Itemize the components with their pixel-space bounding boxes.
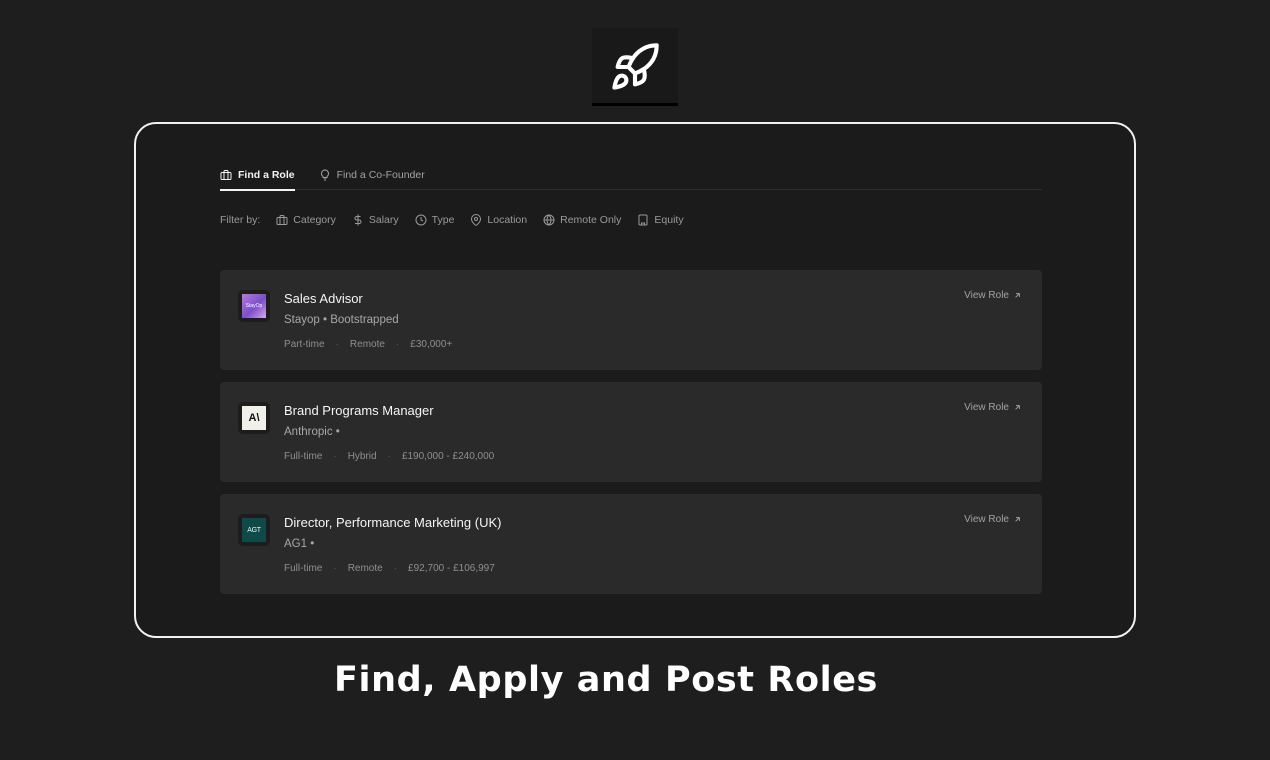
tab-bar: Find a Role Find a Co-Founder bbox=[220, 160, 1042, 191]
briefcase-icon bbox=[276, 215, 288, 225]
job-location: Remote bbox=[347, 563, 383, 574]
filter-type-label: Type bbox=[431, 214, 455, 226]
map-pin-icon bbox=[471, 214, 482, 226]
job-meta: Full-time · Remote · £92,700 - £106,997 bbox=[284, 563, 495, 574]
rocket-icon bbox=[612, 43, 659, 90]
company-logo: A\ bbox=[238, 402, 270, 434]
tab-label: Find a Co-Founder bbox=[336, 169, 425, 181]
job-title: Director, Performance Marketing (UK) bbox=[284, 515, 502, 530]
anthropic-logo: A\ bbox=[242, 406, 266, 430]
filter-location-label: Location bbox=[487, 214, 528, 226]
filter-category[interactable]: Category bbox=[276, 214, 336, 226]
job-location: Hybrid bbox=[347, 451, 377, 462]
ag1-logo: AGT bbox=[242, 518, 266, 542]
job-card-sales-advisor[interactable]: StayOp Sales Advisor Stayop • Bootstrapp… bbox=[220, 270, 1042, 370]
job-type: Part-time bbox=[284, 339, 325, 350]
meta-separator: · bbox=[335, 339, 339, 350]
meta-separator: · bbox=[333, 451, 337, 462]
filter-equity-label: Equity bbox=[654, 214, 684, 226]
job-type: Full-time bbox=[284, 563, 323, 574]
filter-label: Filter by: bbox=[220, 214, 261, 226]
job-salary: £190,000 - £240,000 bbox=[401, 451, 495, 462]
job-card-brand-programs-manager[interactable]: A\ Brand Programs Manager Anthropic • Fu… bbox=[220, 382, 1042, 482]
job-list: StayOp Sales Advisor Stayop • Bootstrapp… bbox=[220, 270, 1042, 606]
lightbulb-icon bbox=[320, 169, 329, 181]
globe-icon bbox=[543, 214, 555, 226]
filter-category-label: Category bbox=[293, 214, 336, 226]
meta-separator: · bbox=[333, 563, 337, 574]
page-caption: Find, Apply and Post Roles bbox=[334, 660, 878, 700]
job-type: Full-time bbox=[284, 451, 323, 462]
filter-equity[interactable]: Equity bbox=[637, 214, 684, 226]
logo-underline bbox=[592, 103, 678, 106]
meta-separator: · bbox=[395, 339, 400, 350]
stayop-logo: StayOp bbox=[242, 294, 266, 318]
tab-label: Find a Role bbox=[238, 169, 295, 181]
filter-remote-only[interactable]: Remote Only bbox=[543, 214, 621, 226]
view-role-label: View Role bbox=[964, 514, 1009, 525]
job-salary: £30,000+ bbox=[410, 339, 453, 350]
view-role-link[interactable]: View Role bbox=[964, 290, 1022, 301]
briefcase-icon bbox=[220, 170, 232, 180]
company-name: Stayop • Bootstrapped bbox=[284, 314, 399, 326]
company-logo: StayOp bbox=[238, 290, 270, 322]
meta-separator: · bbox=[387, 451, 391, 462]
job-card-director-performance-marketing[interactable]: AGT Director, Performance Marketing (UK)… bbox=[220, 494, 1042, 594]
job-title: Brand Programs Manager bbox=[284, 403, 434, 418]
job-location: Remote bbox=[349, 339, 385, 350]
arrow-up-right-icon bbox=[1015, 293, 1020, 298]
view-role-label: View Role bbox=[964, 402, 1009, 413]
app-logo bbox=[592, 28, 678, 106]
job-title: Sales Advisor bbox=[284, 291, 363, 306]
filter-location[interactable]: Location bbox=[470, 214, 527, 226]
filter-salary-label: Salary bbox=[368, 214, 399, 226]
job-meta: Part-time · Remote · £30,000+ bbox=[284, 339, 452, 350]
view-role-link[interactable]: View Role bbox=[964, 514, 1022, 525]
job-salary: £92,700 - £106,997 bbox=[408, 563, 495, 574]
filter-salary[interactable]: Salary bbox=[352, 214, 399, 226]
filter-bar: Filter by: Category Salary Type Location… bbox=[220, 214, 684, 226]
view-role-link[interactable]: View Role bbox=[964, 402, 1022, 413]
building-icon bbox=[638, 214, 648, 226]
tab-find-a-role[interactable]: Find a Role bbox=[220, 160, 295, 191]
filter-remote-only-label: Remote Only bbox=[560, 214, 622, 226]
arrow-up-right-icon bbox=[1015, 405, 1020, 410]
filter-type[interactable]: Type bbox=[415, 214, 455, 226]
meta-separator: · bbox=[393, 563, 398, 574]
company-logo: AGT bbox=[238, 514, 270, 546]
job-meta: Full-time · Hybrid · £190,000 - £240,000 bbox=[284, 451, 494, 462]
app-window: Find a Role Find a Co-Founder Filter by:… bbox=[134, 122, 1136, 638]
tab-find-a-co-founder[interactable]: Find a Co-Founder bbox=[319, 160, 425, 190]
company-name: Anthropic • bbox=[284, 426, 340, 438]
view-role-label: View Role bbox=[964, 290, 1009, 301]
arrow-up-right-icon bbox=[1015, 517, 1020, 522]
company-name: AG1 • bbox=[284, 538, 315, 550]
dollar-icon bbox=[354, 214, 362, 226]
clock-icon bbox=[415, 214, 427, 226]
